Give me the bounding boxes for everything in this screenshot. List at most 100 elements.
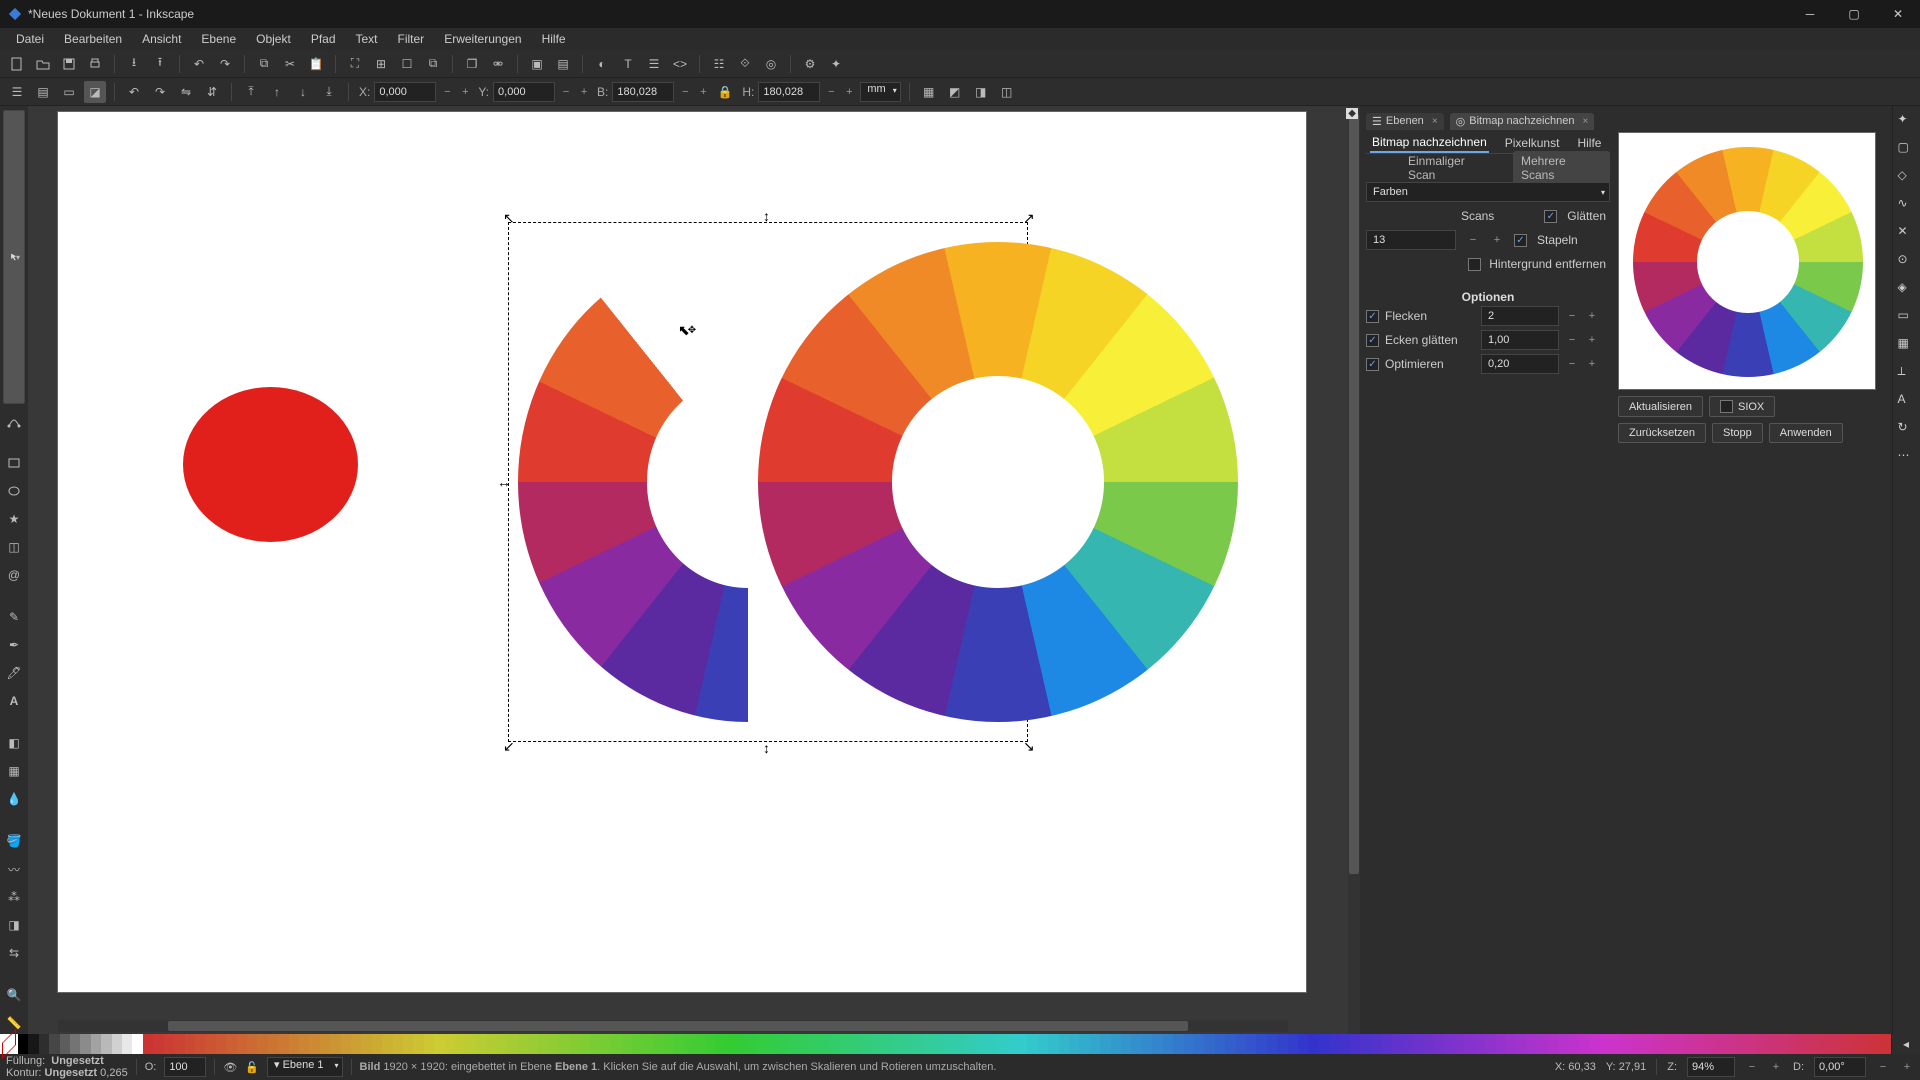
zoom-inc[interactable]: + xyxy=(1769,1057,1783,1077)
palette-swatch[interactable] xyxy=(476,1034,486,1054)
palette-swatch[interactable] xyxy=(694,1034,704,1054)
corners-checkbox[interactable]: ✓ xyxy=(1366,334,1379,347)
palette-swatch[interactable] xyxy=(1319,1034,1329,1054)
palette-swatch[interactable] xyxy=(143,1034,153,1054)
palette-swatch[interactable] xyxy=(341,1034,351,1054)
save-button[interactable] xyxy=(58,53,80,75)
y-input[interactable] xyxy=(493,82,555,102)
palette-swatch[interactable] xyxy=(611,1034,621,1054)
palette-swatch[interactable] xyxy=(944,1034,954,1054)
palette-swatch[interactable] xyxy=(1027,1034,1037,1054)
palette-swatch[interactable] xyxy=(1881,1034,1891,1054)
zoom-page-button[interactable]: ☐ xyxy=(396,53,418,75)
canvas-area[interactable]: ↖ ↕ ↗ ↔ ↔ ↙ ↕ ↘ ⬉✥ ◆ xyxy=(28,106,1360,1034)
palette-swatch[interactable] xyxy=(1215,1034,1225,1054)
rect-tool[interactable] xyxy=(3,452,25,474)
palette-swatch[interactable] xyxy=(1673,1034,1683,1054)
palette-swatch[interactable] xyxy=(1850,1034,1860,1054)
palette-swatch[interactable] xyxy=(1423,1034,1433,1054)
palette-swatch[interactable] xyxy=(767,1034,777,1054)
palette-swatch[interactable] xyxy=(445,1034,455,1054)
palette-swatch[interactable] xyxy=(663,1034,673,1054)
palette-swatch[interactable] xyxy=(1725,1034,1735,1054)
palette-swatch[interactable] xyxy=(1714,1034,1724,1054)
palette-swatch[interactable] xyxy=(757,1034,767,1054)
palette-swatch[interactable] xyxy=(570,1034,580,1054)
palette-swatch[interactable] xyxy=(1621,1034,1631,1054)
x-inc[interactable]: + xyxy=(458,82,472,102)
palette-swatch[interactable] xyxy=(195,1034,205,1054)
palette-menu-button[interactable]: ◂ xyxy=(1892,1034,1920,1054)
palette-swatch[interactable] xyxy=(1236,1034,1246,1054)
palette-swatch[interactable] xyxy=(1350,1034,1360,1054)
spiral-tool[interactable]: @ xyxy=(3,564,25,586)
snap-grid[interactable]: ▦ xyxy=(1898,336,1916,354)
palette-swatch[interactable] xyxy=(809,1034,819,1054)
palette-swatch[interactable] xyxy=(455,1034,465,1054)
stack-checkbox[interactable]: ✓ xyxy=(1514,234,1527,247)
select-all-layers-button[interactable]: ☰ xyxy=(6,81,28,103)
reset-button[interactable]: Zurücksetzen xyxy=(1618,423,1706,443)
scans-input[interactable] xyxy=(1366,230,1456,250)
snap-guide[interactable]: ⟂ xyxy=(1898,364,1916,382)
palette-swatch[interactable] xyxy=(1777,1034,1787,1054)
smooth-checkbox[interactable]: ✓ xyxy=(1544,210,1557,223)
y-dec[interactable]: − xyxy=(559,82,573,102)
zoom-input[interactable] xyxy=(1687,1057,1735,1077)
palette-swatch[interactable] xyxy=(278,1034,288,1054)
palette-swatch[interactable] xyxy=(1475,1034,1485,1054)
palette-swatch[interactable] xyxy=(1131,1034,1141,1054)
palette-swatch[interactable] xyxy=(590,1034,600,1054)
palette-swatch[interactable] xyxy=(185,1034,195,1054)
palette-swatch[interactable] xyxy=(1069,1034,1079,1054)
palette-swatch[interactable] xyxy=(1340,1034,1350,1054)
palette-swatch[interactable] xyxy=(1464,1034,1474,1054)
palette-swatch[interactable] xyxy=(393,1034,403,1054)
palette-swatch[interactable] xyxy=(580,1034,590,1054)
palette-swatch[interactable] xyxy=(257,1034,267,1054)
scale-corners-button[interactable]: ◩ xyxy=(944,81,966,103)
undo-button[interactable]: ↶ xyxy=(188,53,210,75)
palette-swatch[interactable] xyxy=(1225,1034,1235,1054)
palette-swatch[interactable] xyxy=(840,1034,850,1054)
redo-button[interactable]: ↷ xyxy=(214,53,236,75)
snap-text[interactable]: A xyxy=(1898,392,1916,410)
palette-swatch[interactable] xyxy=(1641,1034,1651,1054)
palette-swatch[interactable] xyxy=(1371,1034,1381,1054)
palette-swatch[interactable] xyxy=(1766,1034,1776,1054)
scale-stroke-button[interactable]: ▦ xyxy=(918,81,940,103)
align-button[interactable]: ☷ xyxy=(708,53,730,75)
snap-center[interactable]: ⊙ xyxy=(1898,252,1916,270)
close-icon[interactable]: × xyxy=(1582,116,1588,127)
x-dec[interactable]: − xyxy=(440,82,454,102)
optimize-inc[interactable]: + xyxy=(1585,354,1599,374)
optimize-checkbox[interactable]: ✓ xyxy=(1366,358,1379,371)
bezier-tool[interactable]: ✒ xyxy=(3,634,25,656)
doc-props-button[interactable]: ⚙ xyxy=(799,53,821,75)
palette-swatch[interactable] xyxy=(1797,1034,1807,1054)
palette-swatch[interactable] xyxy=(1610,1034,1620,1054)
palette-swatch[interactable] xyxy=(1485,1034,1495,1054)
tweak-tool[interactable]: 〰 xyxy=(3,858,25,880)
palette-swatch[interactable] xyxy=(1277,1034,1287,1054)
scans-inc[interactable]: + xyxy=(1490,230,1504,250)
palette-swatch[interactable] xyxy=(1100,1034,1110,1054)
palette-swatch[interactable] xyxy=(486,1034,496,1054)
palette-swatch[interactable] xyxy=(237,1034,247,1054)
palette-swatch[interactable] xyxy=(1392,1034,1402,1054)
palette-swatch[interactable] xyxy=(538,1034,548,1054)
palette-swatch[interactable] xyxy=(80,1034,90,1054)
corners-inc[interactable]: + xyxy=(1585,330,1599,350)
palette-swatch[interactable] xyxy=(424,1034,434,1054)
palette-swatch[interactable] xyxy=(1360,1034,1370,1054)
palette-swatch[interactable] xyxy=(871,1034,881,1054)
layer-lock-icon[interactable]: 🔓 xyxy=(245,1061,259,1074)
palette-swatch[interactable] xyxy=(320,1034,330,1054)
menu-file[interactable]: Datei xyxy=(6,30,54,48)
palette-swatch[interactable] xyxy=(528,1034,538,1054)
palette-swatch[interactable] xyxy=(1121,1034,1131,1054)
maximize-button[interactable]: ▢ xyxy=(1832,0,1876,28)
palette-swatch[interactable] xyxy=(1829,1034,1839,1054)
palette-swatch[interactable] xyxy=(361,1034,371,1054)
zoom-drawing-button[interactable]: ⊞ xyxy=(370,53,392,75)
